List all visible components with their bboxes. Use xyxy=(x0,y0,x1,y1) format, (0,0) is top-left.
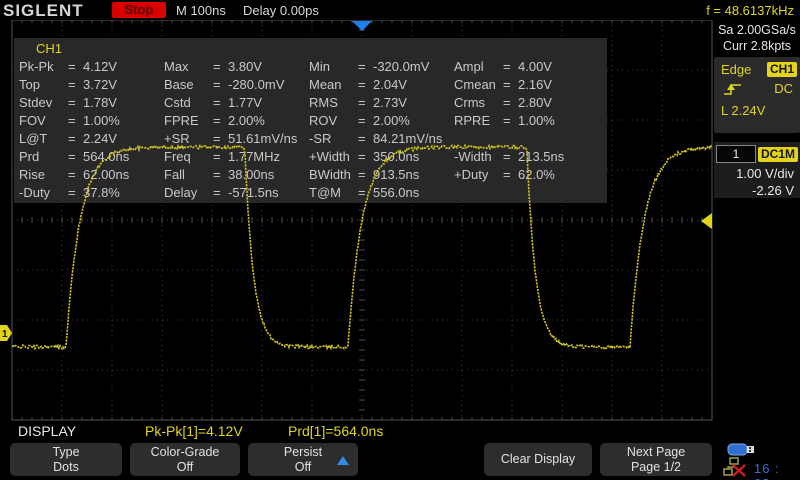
measure-crms: Crms=2.80V xyxy=(449,95,594,110)
menu-button-persist-label: Persist xyxy=(284,445,322,460)
measure-row: Pk-Pk=4.12VMax=3.80VMin=-320.0mVAmpl=4.0… xyxy=(14,57,607,75)
measure-top: Top=3.72V xyxy=(14,77,159,92)
measure--width: -Width=213.5ns xyxy=(449,149,594,164)
memory-depth-readout: Curr 2.8kpts xyxy=(714,38,800,54)
measure-bwidth: BWidth=913.5ns xyxy=(304,167,449,182)
channel-coupling-badge: DC1M xyxy=(758,147,798,162)
channel-1-marker-label: 1 xyxy=(2,329,8,340)
measure-row: Top=3.72VBase=-280.0mVMean=2.04VCmean=2.… xyxy=(14,75,607,93)
measure-cstd: Cstd=1.77V xyxy=(159,95,304,110)
measure-ampl: Ampl=4.00V xyxy=(449,59,594,74)
menu-button-color-grade-value: Off xyxy=(177,460,193,475)
menu-button-clear-display-label: Clear Display xyxy=(501,452,575,467)
menu-button-persist-value: Off xyxy=(295,460,311,475)
menu-title: DISPLAY xyxy=(18,423,76,439)
system-tray: 16 : 03 xyxy=(720,440,800,480)
lan-disconnected-icon xyxy=(723,457,751,477)
statusbar-measure-2: Prd[1]=564.0ns xyxy=(288,423,383,439)
menu-button-color-grade-label: Color-Grade xyxy=(151,445,220,460)
channel-1-position-marker[interactable] xyxy=(0,325,12,341)
menu-button-type-label: Type xyxy=(52,445,79,460)
trigger-panel[interactable]: Edge CH1 DC L 2.24V xyxy=(714,57,800,133)
measure-base: Base=-280.0mV xyxy=(159,77,304,92)
menu-button-next-page-label: Next Page xyxy=(627,445,685,460)
measure-delay: Delay=-571.5ns xyxy=(159,185,304,200)
trigger-coupling-label: DC xyxy=(774,81,793,96)
channel-number-box: 1 xyxy=(716,145,756,163)
measure-rov: ROV=2.00% xyxy=(304,113,449,128)
measure-max: Max=3.80V xyxy=(159,59,304,74)
measure-+sr: +SR=51.61mV/ns xyxy=(159,131,304,146)
measure-mean: Mean=2.04V xyxy=(304,77,449,92)
usb-device-icon xyxy=(727,442,755,457)
measure-row: Rise=62.00nsFall=38.00nsBWidth=913.5ns+D… xyxy=(14,166,607,184)
measure-+duty: +Duty=62.0% xyxy=(449,167,594,182)
channel-panel[interactable]: 1 DC1M 1.00 V/div -2.26 V xyxy=(714,142,800,198)
trigger-level-marker[interactable] xyxy=(701,213,712,229)
measure-prd: Prd=564.0ns xyxy=(14,149,159,164)
top-bar: SIGLENT Stop M 100ns Delay 0.00ps f = 48… xyxy=(0,0,800,20)
measurement-panel: CH1 Pk-Pk=4.12VMax=3.80VMin=-320.0mVAmpl… xyxy=(14,38,607,203)
menu-button-color-grade[interactable]: Color-Grade Off xyxy=(130,443,240,476)
menu-button-type[interactable]: Type Dots xyxy=(10,443,122,476)
measure-rise: Rise=62.00ns xyxy=(14,167,159,182)
statusbar-measure-1: Pk-Pk[1]=4.12V xyxy=(145,423,243,439)
trigger-source-badge: CH1 xyxy=(767,62,797,77)
timebase-readout[interactable]: M 100ns xyxy=(176,3,226,18)
channel-scale-readout: 1.00 V/div xyxy=(714,163,800,182)
measure-+width: +Width=350.0ns xyxy=(304,149,449,164)
status-bar: DISPLAY Pk-Pk[1]=4.12V Prd[1]=564.0ns xyxy=(0,421,800,442)
menu-button-next-page-value: Page 1/2 xyxy=(631,460,681,475)
channel-offset-readout: -2.26 V xyxy=(714,182,800,199)
measure-fpre: FPRE=2.00% xyxy=(159,113,304,128)
measure-stdev: Stdev=1.78V xyxy=(14,95,159,110)
measurement-rows: Pk-Pk=4.12VMax=3.80VMin=-320.0mVAmpl=4.0… xyxy=(14,57,607,202)
measure-cmean: Cmean=2.16V xyxy=(449,77,594,92)
brand-logo: SIGLENT xyxy=(3,1,84,21)
measure-fov: FOV=1.00% xyxy=(14,113,159,128)
measure--sr: -SR=84.21mV/ns xyxy=(304,131,449,146)
measure--duty: -Duty=37.8% xyxy=(14,185,159,200)
sample-rate-readout: Sa 2.00GSa/s xyxy=(714,22,800,38)
menu-button-next-page[interactable]: Next Page Page 1/2 xyxy=(600,443,712,476)
measure-row: Stdev=1.78VCstd=1.77VRMS=2.73VCrms=2.80V xyxy=(14,93,607,111)
delay-readout[interactable]: Delay 0.00ps xyxy=(243,3,319,18)
measurement-channel-header: CH1 xyxy=(14,38,607,57)
measure-rms: RMS=2.73V xyxy=(304,95,449,110)
oscilloscope-screen: SIGLENT Stop M 100ns Delay 0.00ps f = 48… xyxy=(0,0,800,480)
trigger-level-readout: L 2.24V xyxy=(714,96,800,118)
menu-button-persist[interactable]: Persist Off xyxy=(248,443,358,476)
measure-row: FOV=1.00%FPRE=2.00%ROV=2.00%RPRE=1.00% xyxy=(14,111,607,129)
run-state-badge[interactable]: Stop xyxy=(112,2,166,18)
measure-fall: Fall=38.00ns xyxy=(159,167,304,182)
menu-button-type-value: Dots xyxy=(53,460,79,475)
frequency-counter: f = 48.6137kHz xyxy=(706,3,794,18)
trigger-type-label: Edge xyxy=(721,62,751,77)
measure-freq: Freq=1.77MHz xyxy=(159,149,304,164)
clock-readout: 16 : 03 xyxy=(754,461,800,480)
measure-row: Prd=564.0nsFreq=1.77MHz+Width=350.0ns-Wi… xyxy=(14,147,607,165)
measure-tm: T@M=556.0ns xyxy=(304,185,449,200)
rising-edge-icon xyxy=(723,81,743,96)
measure-min: Min=-320.0mV xyxy=(304,59,449,74)
measure-row: L@T=2.24V+SR=51.61mV/ns-SR=84.21mV/ns xyxy=(14,129,607,147)
measure-rpre: RPRE=1.00% xyxy=(449,113,594,128)
measure-lt: L@T=2.24V xyxy=(14,131,159,146)
menu-button-clear-display[interactable]: Clear Display xyxy=(484,443,592,476)
trigger-position-marker[interactable] xyxy=(352,21,372,31)
persist-up-arrow-icon xyxy=(337,456,349,465)
measure-pk-pk: Pk-Pk=4.12V xyxy=(14,59,159,74)
measure-row: -Duty=37.8%Delay=-571.5nsT@M=556.0ns xyxy=(14,184,607,202)
acquisition-info: Sa 2.00GSa/s Curr 2.8kpts xyxy=(714,22,800,54)
